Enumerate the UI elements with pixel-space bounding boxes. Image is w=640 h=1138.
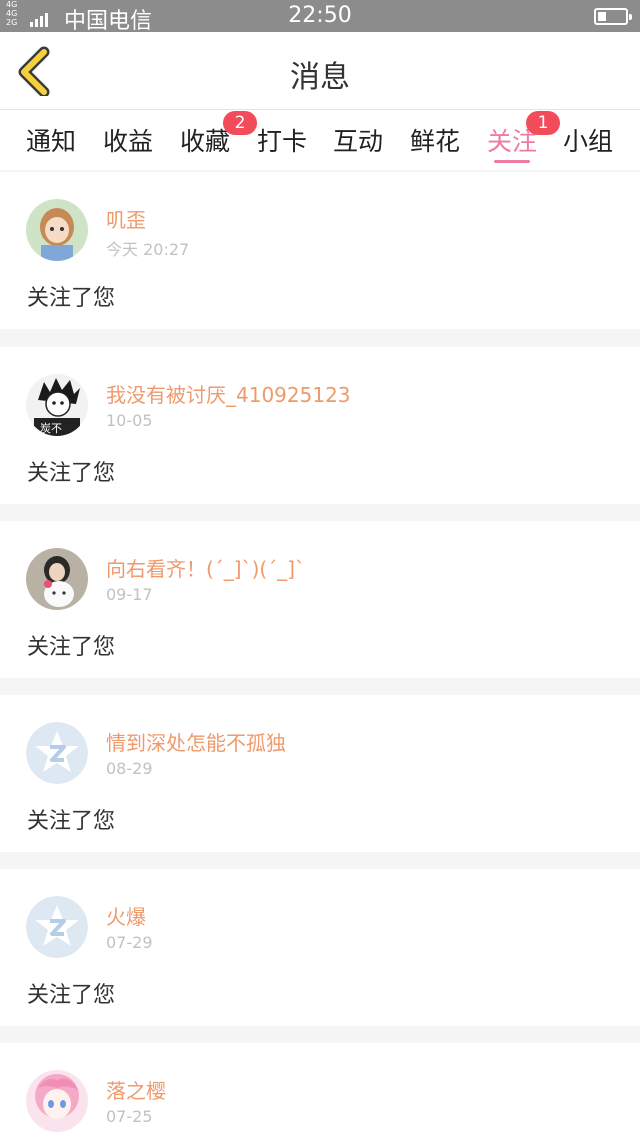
battery-icon — [594, 8, 632, 25]
timestamp: 10-05 — [106, 411, 153, 430]
message-text: 关注了您 — [27, 983, 116, 1008]
timestamp: 08-29 — [106, 759, 153, 778]
avatar[interactable] — [26, 548, 88, 610]
tab-interaction[interactable]: 互动 — [328, 122, 388, 158]
username[interactable]: 向右看齐！(´_]`)(´_]` — [106, 553, 305, 582]
message-text: 关注了您 — [27, 286, 116, 311]
tab-favorites[interactable]: 收藏 2 — [175, 111, 257, 158]
message-text: 关注了您 — [27, 635, 116, 660]
timestamp: 07-29 — [106, 933, 153, 952]
timestamp: 09-17 — [106, 585, 153, 604]
tab-bar: 通知 收益 收藏 2 打卡 互动 鲜花 关注 1 小组 — [0, 110, 640, 170]
avatar-caption: 炭不 — [40, 422, 62, 435]
avatar[interactable] — [26, 199, 88, 261]
list-item[interactable]: 炭不 我没有被讨厌_410925123 10-05 关注了您 — [0, 347, 640, 504]
username[interactable]: 叽歪 — [106, 204, 146, 233]
message-text: 关注了您 — [27, 461, 116, 486]
tab-groups[interactable]: 小组 — [558, 122, 618, 158]
tab-label: 通知 — [25, 127, 76, 156]
list-item[interactable]: 火爆 07-29 关注了您 — [0, 869, 640, 1026]
tab-label: 收益 — [102, 127, 153, 156]
default-avatar-icon[interactable] — [26, 896, 88, 958]
tab-checkin[interactable]: 打卡 — [252, 122, 312, 158]
page-title: 消息 — [290, 60, 350, 95]
header: 消息 — [0, 32, 640, 110]
tab-label: 互动 — [332, 127, 383, 156]
tab-flowers[interactable]: 鲜花 — [405, 122, 465, 158]
avatar[interactable]: 炭不 — [26, 374, 88, 436]
timestamp: 今天 20:27 — [106, 240, 190, 259]
username[interactable]: 落之樱 — [106, 1075, 166, 1104]
default-avatar-icon[interactable] — [26, 722, 88, 784]
status-time: 22:50 — [288, 3, 352, 28]
tab-label: 打卡 — [256, 127, 307, 156]
unread-badge: 1 — [526, 111, 560, 135]
list-item[interactable]: 落之樱 07-25 — [0, 1043, 640, 1138]
active-tab-indicator — [494, 160, 530, 163]
tab-follow[interactable]: 关注 1 — [482, 111, 560, 163]
list-item[interactable]: 情到深处怎能不孤独 08-29 关注了您 — [0, 695, 640, 852]
tab-label: 鲜花 — [409, 127, 460, 156]
tab-earnings[interactable]: 收益 — [98, 122, 158, 158]
tab-notifications[interactable]: 通知 — [21, 122, 81, 158]
list-item[interactable]: 向右看齐！(´_]`)(´_]` 09-17 关注了您 — [0, 521, 640, 678]
list-item[interactable]: 叽歪 今天 20:27 关注了您 — [0, 172, 640, 329]
status-bar: 4G 4G 2G 中国电信 22:50 — [0, 0, 640, 34]
username[interactable]: 火爆 — [106, 901, 146, 930]
tab-label: 小组 — [562, 127, 613, 156]
message-text: 关注了您 — [27, 809, 116, 834]
avatar[interactable] — [26, 1070, 88, 1132]
tab-label: 收藏 — [179, 127, 230, 156]
username[interactable]: 情到深处怎能不孤独 — [106, 727, 286, 756]
username[interactable]: 我没有被讨厌_410925123 — [106, 379, 351, 408]
timestamp: 07-25 — [106, 1107, 153, 1126]
